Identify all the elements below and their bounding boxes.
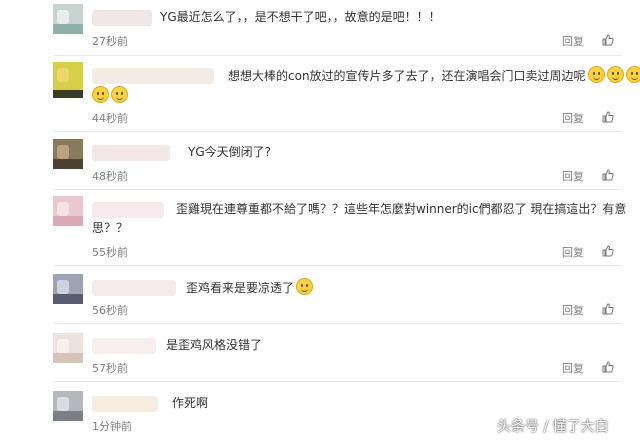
comment-time: 57秒前 (92, 362, 128, 375)
divider (53, 323, 622, 324)
thumbs-up-icon[interactable] (602, 245, 614, 257)
comment-time: 44秒前 (92, 112, 128, 125)
comment-time: 55秒前 (92, 246, 128, 259)
comment-text: 作死啊 (172, 396, 209, 410)
comment-text-continued: 思？？ (92, 221, 129, 235)
username-redacted[interactable] (92, 280, 176, 296)
avatar[interactable] (53, 274, 83, 304)
avatar[interactable] (53, 62, 83, 98)
username-redacted[interactable] (92, 10, 152, 26)
smiley-emoji-icon (587, 66, 605, 83)
username-redacted[interactable] (92, 338, 156, 354)
smiley-emoji-icon (625, 66, 640, 83)
comment-text: YG今天倒闭了? (188, 145, 271, 159)
reply-button[interactable]: 回复 (562, 110, 584, 126)
smiley-emoji-icon (92, 86, 109, 103)
username-redacted[interactable] (92, 68, 214, 84)
thumbs-up-icon[interactable] (602, 303, 614, 315)
thumbs-up-icon[interactable] (602, 34, 614, 46)
divider (53, 265, 622, 266)
smiley-emoji-icon (296, 278, 314, 295)
comment-text: 歪雞現在連尊重都不給了嗎？？這些年怎麼對winner的ic們都忍了 現在搞這出？… (176, 202, 627, 216)
comment-time: 27秒前 (92, 35, 128, 48)
avatar[interactable] (53, 139, 83, 169)
username-redacted[interactable] (92, 145, 170, 161)
thumbs-up-icon[interactable] (602, 111, 614, 123)
watermark: 头条号 / 懂了大白 (497, 419, 609, 435)
comment-text: 想想大棒的con放过的宣传片多了去了，还在演唱会门口卖过周边呢 (228, 66, 640, 86)
thumbs-up-icon[interactable] (602, 169, 614, 181)
thumbs-up-icon[interactable] (602, 361, 614, 373)
username-redacted[interactable] (92, 202, 164, 218)
reply-button[interactable]: 回复 (562, 244, 584, 260)
comment-text: YG最近怎么了，，是不想干了吧，，故意的是吧！！！ (160, 10, 441, 24)
smiley-emoji-icon (111, 86, 128, 103)
reply-button[interactable]: 回复 (562, 360, 584, 376)
comment-time: 1分钟前 (92, 420, 132, 433)
avatar[interactable] (53, 196, 83, 226)
reply-button[interactable]: 回复 (562, 33, 584, 49)
divider (53, 381, 622, 382)
comment-text-continued (92, 86, 128, 106)
username-redacted[interactable] (92, 396, 158, 412)
comment-time: 56秒前 (92, 304, 128, 317)
avatar[interactable] (53, 4, 83, 34)
avatar[interactable] (53, 333, 83, 363)
divider (53, 55, 622, 56)
avatar[interactable] (53, 391, 83, 421)
reply-button[interactable]: 回复 (562, 168, 584, 184)
comment-time: 48秒前 (92, 170, 128, 183)
comment-text: 歪鸡看来是要凉透了 (186, 278, 314, 298)
smiley-emoji-icon (606, 66, 624, 83)
divider (53, 131, 622, 132)
divider (53, 189, 622, 190)
reply-button[interactable]: 回复 (562, 302, 584, 318)
comment-text: 是歪鸡风格没错了 (166, 338, 263, 352)
